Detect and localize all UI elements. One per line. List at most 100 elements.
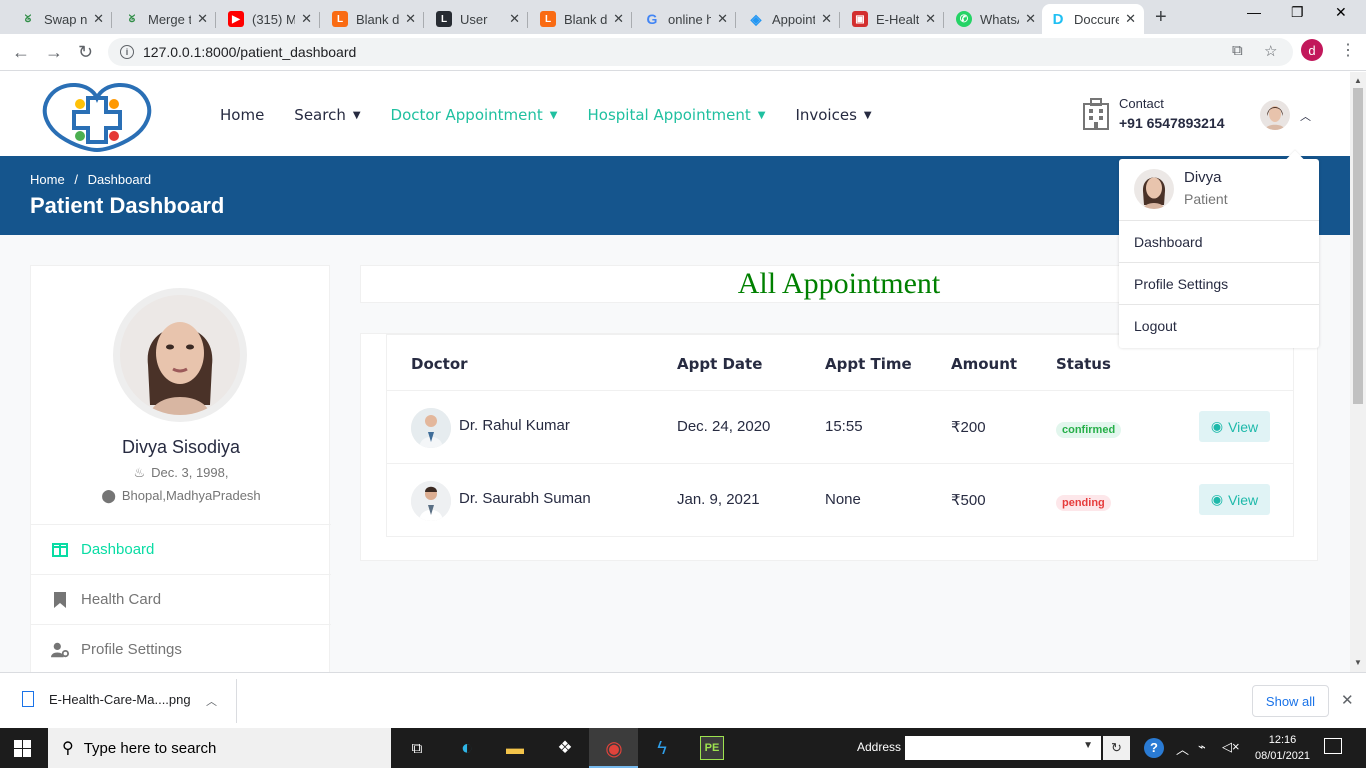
nav-label: Doctor Appointment (390, 106, 543, 124)
close-tab-icon[interactable]: ✕ (717, 11, 728, 27)
dropbox-icon[interactable]: ❖ (553, 736, 577, 760)
browser-tab[interactable]: ▣ E-Health ✕ (844, 4, 944, 34)
pycharm-icon[interactable]: PE (700, 736, 724, 760)
bookmark-icon (51, 591, 69, 609)
back-arrow-icon[interactable]: ← (12, 42, 30, 63)
close-tab-icon[interactable]: ✕ (301, 11, 312, 27)
system-clock[interactable]: 12:16 08/01/2021 (1255, 732, 1310, 764)
dob-text: Dec. 3, 1998, (151, 465, 229, 480)
menu-item-logout[interactable]: Logout (1119, 305, 1319, 347)
close-tab-icon[interactable]: ✕ (405, 11, 416, 27)
browser-tab[interactable]: ᘜ Swap nodes ✕ (12, 4, 112, 34)
appt-amount: ₹500 (951, 492, 986, 509)
nav-doctor-appointment[interactable]: Doctor Appointment ▼ (391, 106, 558, 124)
nav-invoices[interactable]: Invoices ▼ (795, 106, 871, 124)
chrome-icon[interactable]: ◉ (602, 736, 626, 760)
nav-home[interactable]: Home (220, 106, 264, 124)
user-avatar[interactable] (1260, 100, 1290, 130)
header-contact: Contact +91 6547893214 (1083, 96, 1225, 131)
chevron-up-icon[interactable]: ︿ (1176, 739, 1189, 758)
task-view-icon[interactable]: ⧉ (405, 736, 429, 760)
breadcrumb-home[interactable]: Home (30, 172, 65, 187)
view-button[interactable]: ◉ View (1199, 484, 1270, 515)
taskbar-search[interactable]: ⚲ Type here to search (48, 728, 391, 768)
network-icon[interactable]: ⌁ (1198, 739, 1206, 755)
vscode-icon[interactable]: ϟ (650, 736, 674, 760)
url-input[interactable]: i 127.0.0.1:8000/patient_dashboard (108, 38, 1293, 66)
chrome-profile-avatar[interactable]: d (1301, 39, 1323, 61)
doctor-name[interactable]: Dr. Rahul Kumar (459, 417, 570, 434)
sidebar-item-health-card[interactable]: Health Card (31, 574, 331, 624)
tab-title: (315) Music (252, 11, 296, 27)
close-tab-icon[interactable]: ✕ (509, 11, 520, 27)
windows-start-icon[interactable] (14, 740, 31, 757)
chevron-up-icon[interactable]: ︿ (1300, 108, 1311, 124)
close-tab-icon[interactable]: ✕ (613, 11, 624, 27)
browser-tab[interactable]: ✆ WhatsApp ✕ (948, 4, 1044, 34)
diamond-icon: ◈ (750, 10, 762, 27)
browser-tab[interactable]: ▶ (315) Music ✕ (220, 4, 320, 34)
close-tab-icon[interactable]: ✕ (925, 11, 936, 27)
browser-tab-active[interactable]: D Doccure ✕ (1042, 4, 1144, 34)
scroll-down-icon[interactable]: ▼ (1354, 658, 1362, 667)
doctor-avatar[interactable] (411, 481, 451, 521)
menu-item-profile-settings[interactable]: Profile Settings (1119, 263, 1319, 305)
minimize-icon[interactable]: — (1247, 4, 1261, 20)
browser-tab[interactable]: G online hospital ✕ (636, 4, 736, 34)
bookmark-star-icon[interactable]: ☆ (1264, 42, 1277, 60)
close-tab-icon[interactable]: ✕ (1125, 11, 1136, 27)
sidebar-item-dashboard[interactable]: Dashboard (31, 524, 331, 574)
nav-label: Search (294, 106, 346, 124)
close-tab-icon[interactable]: ✕ (93, 11, 104, 27)
close-tab-icon[interactable]: ✕ (821, 11, 832, 27)
translate-icon[interactable]: ⧉ (1232, 42, 1243, 59)
address-toolbar-input[interactable]: ▼ (905, 736, 1101, 760)
download-item[interactable]: E-Health-Care-Ma....png (22, 691, 191, 707)
dropdown-avatar (1134, 169, 1174, 209)
site-logo[interactable] (40, 78, 154, 152)
file-explorer-icon[interactable]: ▬ (503, 736, 527, 760)
page-title: Patient Dashboard (30, 193, 225, 218)
user-dropdown-menu: Divya Patient Dashboard Profile Settings… (1119, 159, 1319, 348)
reload-icon[interactable]: ↻ (78, 42, 93, 63)
doctor-avatar[interactable] (411, 408, 451, 448)
browser-tab[interactable]: L Blank diagram ✕ (324, 4, 424, 34)
chevron-down-icon[interactable]: ▼ (1083, 740, 1093, 751)
chrome-menu-icon[interactable]: ⋮ (1340, 40, 1356, 60)
browser-tab[interactable]: ◈ Appointment ✕ (740, 4, 840, 34)
show-all-button[interactable]: Show all (1252, 685, 1329, 717)
sidebar-item-profile-settings[interactable]: Profile Settings (31, 624, 331, 672)
new-tab-icon[interactable]: + (1155, 6, 1167, 29)
scroll-up-icon[interactable]: ▲ (1354, 76, 1362, 85)
doctor-name[interactable]: Dr. Saurabh Suman (459, 490, 591, 507)
browser-tab[interactable]: ᘜ Merge two ✕ (116, 4, 216, 34)
nav-hospital-appointment[interactable]: Hospital Appointment ▼ (587, 106, 765, 124)
close-icon[interactable]: ✕ (1341, 691, 1354, 709)
tab-title: E-Health (876, 11, 920, 27)
notifications-icon[interactable] (1324, 738, 1342, 754)
browser-tab[interactable]: L Blank diagram ✕ (532, 4, 632, 34)
menu-item-dashboard[interactable]: Dashboard (1119, 221, 1319, 263)
file-icon (22, 691, 34, 707)
forward-arrow-icon[interactable]: → (45, 42, 63, 63)
edge-icon[interactable]: ◐ (455, 736, 479, 760)
close-window-icon[interactable]: ✕ (1335, 4, 1347, 21)
sidebar-item-label: Profile Settings (81, 641, 182, 658)
page-scrollbar[interactable]: ▲ ▼ (1350, 72, 1366, 672)
scrollbar-thumb[interactable] (1353, 88, 1363, 404)
chevron-down-icon: ▼ (863, 109, 872, 121)
view-label: View (1228, 418, 1259, 435)
browser-tab[interactable]: L User ✕ (428, 4, 528, 34)
close-tab-icon[interactable]: ✕ (197, 11, 208, 27)
help-icon[interactable]: ? (1144, 738, 1164, 758)
map-marker-icon: ⬤ (101, 488, 116, 503)
volume-icon[interactable]: ◁× (1222, 739, 1240, 755)
refresh-icon[interactable]: ↻ (1103, 736, 1130, 760)
maximize-icon[interactable]: ❐ (1291, 4, 1304, 21)
site-header: Home Search ▼ Doctor Appointment ▼ Hospita… (0, 72, 1350, 156)
chevron-up-icon[interactable]: ︿ (206, 693, 217, 709)
close-tab-icon[interactable]: ✕ (1025, 11, 1036, 27)
view-button[interactable]: ◉ View (1199, 411, 1270, 442)
nav-search[interactable]: Search ▼ (294, 106, 360, 124)
info-icon[interactable]: i (120, 45, 134, 59)
